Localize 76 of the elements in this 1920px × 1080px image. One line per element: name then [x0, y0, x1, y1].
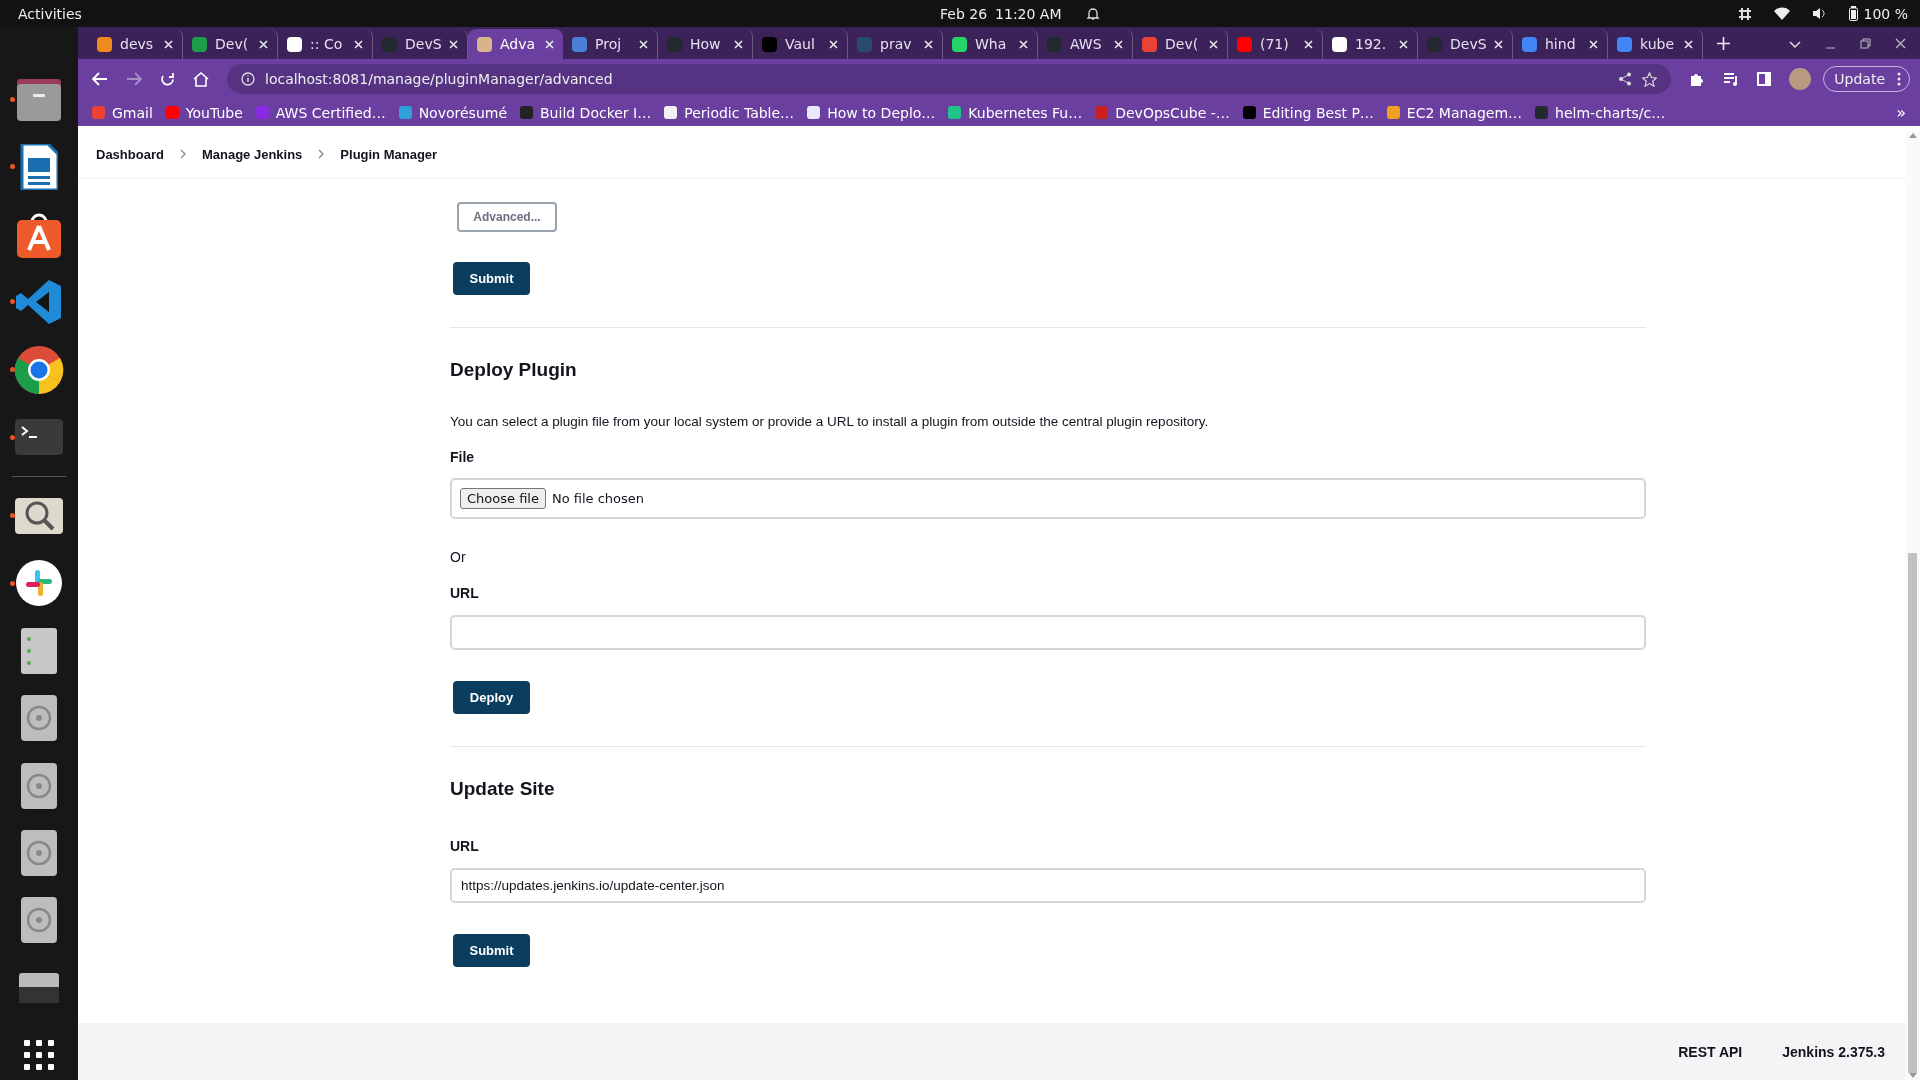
clock-time: 11:20 AM	[995, 5, 1062, 22]
bookmark[interactable]: DevOpsCube -…	[1095, 104, 1230, 121]
chevron-right-icon	[179, 149, 186, 159]
bookmark[interactable]: Kubernetes Fu…	[948, 104, 1083, 121]
bell-icon[interactable]	[1085, 6, 1100, 21]
slack-icon[interactable]	[16, 560, 62, 607]
url-input[interactable]	[450, 615, 1646, 650]
file-status: No file chosen	[551, 491, 645, 506]
folder-icon[interactable]	[16, 78, 62, 121]
bookmark[interactable]: AWS Certified…	[255, 104, 386, 121]
side-panel-icon[interactable]	[1757, 72, 1772, 86]
browser-icon[interactable]	[14, 344, 64, 395]
hash-icon[interactable]	[1737, 6, 1752, 21]
browser-tab[interactable]: Adva	[468, 29, 563, 59]
submit-button[interactable]: Submit	[453, 934, 530, 967]
bookmark[interactable]: Gmail	[92, 104, 153, 121]
shopping-bag-icon[interactable]	[16, 211, 62, 258]
document-icon[interactable]	[20, 144, 58, 191]
bookmark[interactable]: Periodic Table…	[664, 104, 795, 121]
drive-icon[interactable]	[21, 627, 57, 674]
back-icon[interactable]	[92, 72, 108, 86]
terminal-icon[interactable]	[15, 419, 63, 456]
section-description: You can select a plugin file from your local system or provide a URL to install a plugin from outside the central plugin repository.	[450, 414, 1209, 429]
choose-file-button[interactable]: Choose file	[460, 488, 546, 509]
field-label: File	[450, 449, 475, 465]
info-icon[interactable]	[241, 72, 255, 86]
wifi-icon[interactable]	[1773, 7, 1790, 20]
forward-icon[interactable]	[126, 72, 142, 86]
field-label: URL	[450, 838, 479, 854]
bookmark[interactable]: Editing Best P…	[1242, 104, 1374, 121]
share-icon[interactable]	[1618, 72, 1633, 86]
address-bar[interactable]: localhost:8081/manage/pluginManager/advanced	[227, 64, 1672, 94]
bookmark[interactable]: helm-charts/c…	[1535, 104, 1666, 121]
bookmark[interactable]: YouTube	[165, 104, 243, 121]
playlist-icon[interactable]	[1723, 72, 1740, 86]
activities-button[interactable]: Activities	[18, 5, 82, 22]
puzzle-icon[interactable]	[1689, 71, 1706, 87]
scroll-up-icon[interactable]	[1908, 133, 1917, 138]
footer-link[interactable]: Jenkins 2.375.3	[1782, 1043, 1885, 1060]
star-icon[interactable]	[1642, 71, 1658, 87]
bookmark[interactable]: Novorésumé	[398, 104, 507, 121]
magnifier-icon[interactable]	[15, 497, 63, 534]
breadcrumb-link[interactable]: Plugin Manager	[340, 146, 438, 162]
field-label: URL	[450, 585, 479, 601]
submit-button[interactable]: Submit	[453, 262, 530, 295]
drive-icon[interactable]	[19, 972, 59, 1003]
bookmark[interactable]: How to Deplo…	[807, 104, 936, 121]
footer-link[interactable]: REST API	[1678, 1043, 1743, 1060]
advanced-button[interactable]: Advanced...	[457, 202, 557, 232]
file-input[interactable]: Choose file No file chosen	[450, 478, 1646, 519]
deploy-button[interactable]: Deploy	[453, 681, 530, 714]
breadcrumb-link[interactable]: Manage Jenkins	[201, 146, 303, 162]
close-icon[interactable]	[1895, 38, 1906, 49]
battery-icon[interactable]	[1848, 6, 1858, 21]
new-tab-icon[interactable]	[1717, 37, 1730, 50]
restore-icon[interactable]	[1860, 38, 1871, 49]
section-heading: Deploy Plugin	[450, 359, 577, 381]
home-icon[interactable]	[193, 71, 209, 87]
breadcrumb-link[interactable]: Dashboard	[96, 146, 164, 162]
or-label: Or	[450, 549, 466, 565]
menu-icon[interactable]	[1897, 72, 1901, 86]
reload-icon[interactable]	[160, 71, 175, 87]
battery-percent: 100 %	[1863, 5, 1908, 22]
bookmark[interactable]: EC2 Managem…	[1386, 104, 1523, 121]
bookmark[interactable]: Build Docker I…	[520, 104, 652, 121]
avatar-icon[interactable]	[1789, 68, 1812, 90]
volume-icon[interactable]	[1811, 7, 1827, 20]
chevron-down-icon[interactable]	[1789, 41, 1801, 49]
section-heading: Update Site	[450, 778, 555, 800]
more-bookmarks-button[interactable]: »	[1896, 103, 1906, 122]
url-input[interactable]: https://updates.jenkins.io/update-center.json	[450, 868, 1646, 903]
clock-date: Feb 26	[940, 5, 988, 22]
scrollbar-thumb[interactable]	[1908, 553, 1917, 1073]
chevron-right-icon	[318, 149, 325, 159]
app-grid-icon[interactable]	[24, 1040, 54, 1071]
code-editor-icon[interactable]	[16, 279, 62, 326]
